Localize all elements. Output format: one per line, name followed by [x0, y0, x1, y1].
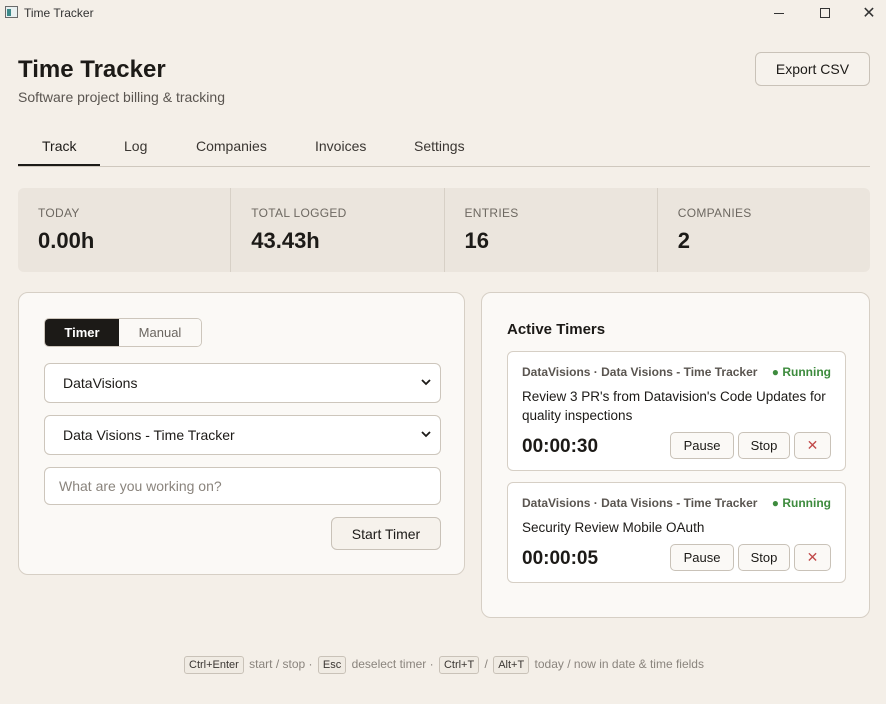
stat-value: 43.43h	[251, 228, 320, 253]
stat-value: 0.00h	[38, 228, 95, 253]
stat-today: TODAY 0.00h	[18, 188, 232, 272]
delete-timer-button[interactable]: ✕	[794, 432, 831, 459]
status-badge: ● Running	[771, 496, 831, 510]
stat-value: 2	[677, 228, 690, 253]
stat-value: 16	[464, 228, 489, 253]
project-select[interactable]: Data Visions - Time Tracker	[44, 415, 441, 455]
maximize-button[interactable]	[802, 0, 848, 26]
tab-bar: Track Log Companies Invoices Settings	[18, 126, 870, 167]
status-badge: ● Running	[771, 365, 831, 379]
shortcut-key: Alt+T	[493, 656, 530, 674]
mode-manual-button[interactable]: Manual	[119, 319, 201, 346]
stop-button[interactable]: Stop	[738, 544, 790, 571]
shortcut-key: Esc	[317, 656, 347, 674]
close-window-button[interactable]: ✕	[846, 0, 886, 26]
stat-total-logged: TOTAL LOGGED 43.43h	[231, 188, 445, 272]
tab-settings[interactable]: Settings	[414, 138, 465, 154]
shortcut-key: Ctrl+Enter	[184, 656, 244, 674]
company-select[interactable]: DataVisions	[44, 363, 441, 403]
keyboard-hints: Ctrl+Enter start / stop · Esc deselect t…	[0, 656, 886, 674]
active-timers-title: Active Timers	[507, 321, 606, 338]
mode-timer-button[interactable]: Timer	[45, 319, 119, 346]
timer-elapsed: 00:00:05	[522, 548, 599, 569]
tab-companies[interactable]: Companies	[196, 138, 267, 154]
company-select-value: DataVisions	[63, 375, 138, 391]
hint-text: /	[484, 657, 488, 671]
mode-toggle: Timer Manual	[44, 318, 202, 347]
stop-button[interactable]: Stop	[738, 432, 790, 459]
minimize-icon	[774, 12, 784, 14]
timer-elapsed: 00:00:30	[522, 436, 599, 457]
timer-project: DataVisions · Data Visions - Time Tracke…	[522, 365, 758, 379]
description-input[interactable]	[44, 467, 441, 505]
export-csv-button[interactable]: Export CSV	[755, 52, 870, 86]
stat-entries: ENTRIES 16	[445, 188, 658, 272]
window-title: Time Tracker	[24, 6, 94, 20]
stat-companies: COMPANIES 2	[658, 188, 870, 272]
timer-form-panel: Timer Manual DataVisions Data Visions - …	[18, 292, 465, 575]
page-subtitle: Software project billing & tracking	[18, 89, 225, 105]
app-icon	[5, 6, 18, 18]
close-icon: ✕	[806, 437, 819, 453]
maximize-icon	[820, 8, 830, 18]
timer-description: Security Review Mobile OAuth	[522, 520, 705, 535]
stat-label: ENTRIES	[464, 206, 519, 220]
stat-label: COMPANIES	[677, 206, 752, 220]
timer-card: DataVisions · Data Visions - Time Tracke…	[507, 482, 846, 583]
stats-bar: TODAY 0.00h TOTAL LOGGED 43.43h ENTRIES …	[18, 188, 870, 272]
project-select-value: Data Visions - Time Tracker	[63, 427, 235, 443]
tab-track[interactable]: Track	[42, 138, 76, 154]
timer-description: Review 3 PR's from Datavision's Code Upd…	[522, 389, 826, 423]
hint-text: today / now in date & time fields	[534, 657, 704, 671]
title-bar: Time Tracker ✕	[0, 0, 886, 26]
delete-timer-button[interactable]: ✕	[794, 544, 831, 571]
active-timers-panel: Active Timers DataVisions · Data Visions…	[481, 292, 870, 618]
close-icon: ✕	[862, 3, 876, 22]
active-tab-indicator	[18, 164, 100, 166]
tab-invoices[interactable]: Invoices	[315, 138, 366, 154]
chevron-down-icon	[421, 429, 431, 438]
close-icon: ✕	[806, 549, 819, 565]
tab-log[interactable]: Log	[124, 138, 147, 154]
start-timer-button[interactable]: Start Timer	[331, 517, 441, 550]
pause-button[interactable]: Pause	[670, 544, 734, 571]
page-title: Time Tracker	[18, 56, 166, 83]
stat-label: TOTAL LOGGED	[251, 206, 347, 220]
minimize-button[interactable]	[756, 0, 802, 26]
timer-project: DataVisions · Data Visions - Time Tracke…	[522, 496, 758, 510]
hint-text: start / stop ·	[249, 657, 313, 671]
timer-card: DataVisions · Data Visions - Time Tracke…	[507, 351, 846, 471]
shortcut-key: Ctrl+T	[438, 656, 480, 674]
stat-label: TODAY	[38, 206, 80, 220]
chevron-down-icon	[421, 377, 431, 386]
pause-button[interactable]: Pause	[670, 432, 734, 459]
hint-text: deselect timer ·	[351, 657, 434, 671]
